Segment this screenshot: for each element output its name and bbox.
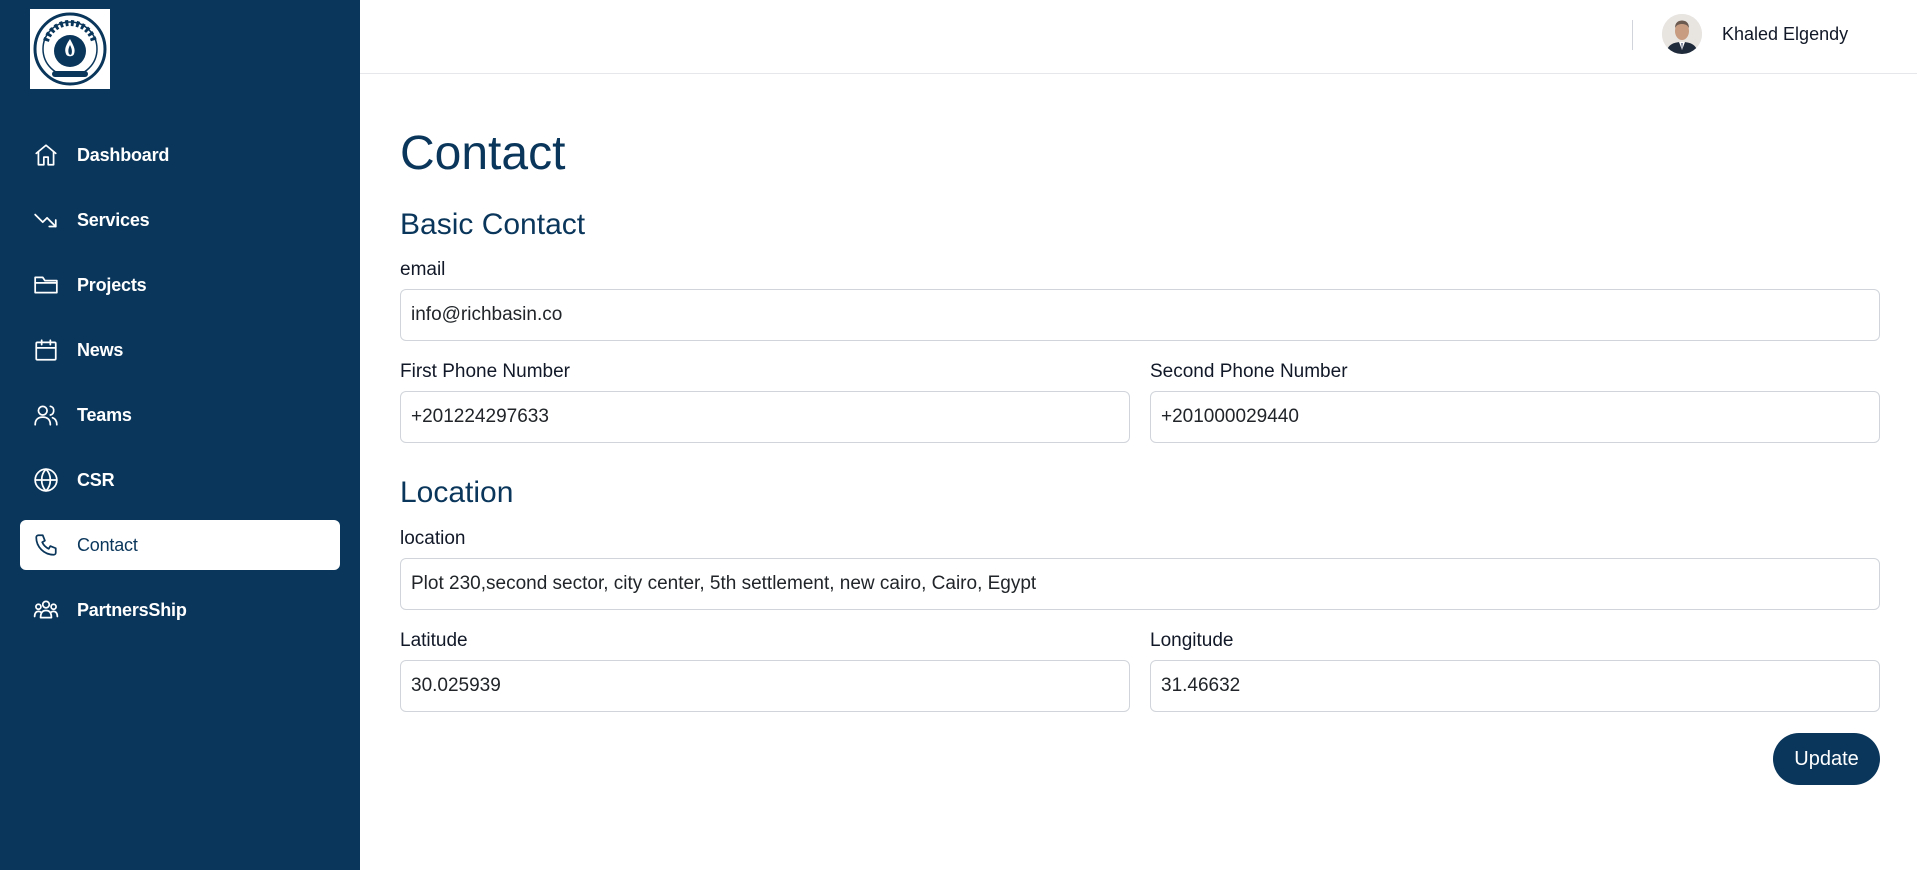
header-divider	[1632, 20, 1633, 50]
calendar-icon	[32, 336, 60, 364]
phone-icon	[32, 531, 60, 559]
sidebar-item-partnership[interactable]: PartnersShip	[20, 585, 340, 635]
rich-basin-logo[interactable]	[30, 9, 110, 89]
user-name[interactable]: Khaled Elgendy	[1722, 24, 1848, 45]
sidebar-item-label: Contact	[77, 534, 138, 555]
folder-icon	[32, 271, 60, 299]
longitude-label: Longitude	[1150, 630, 1234, 651]
globe-icon	[32, 466, 60, 494]
avatar[interactable]	[1662, 14, 1702, 54]
location-field[interactable]	[400, 558, 1880, 610]
sidebar-item-contact[interactable]: Contact	[20, 520, 340, 570]
update-button[interactable]: Update	[1773, 733, 1880, 785]
location-heading: Location	[400, 476, 514, 509]
sidebar-item-label: Teams	[77, 404, 132, 425]
longitude-field[interactable]	[1150, 660, 1880, 712]
first-phone-field[interactable]	[400, 391, 1130, 443]
logo-emblem-icon	[33, 12, 107, 86]
sidebar-item-label: Services	[77, 209, 150, 230]
sidebar-item-label: News	[77, 339, 124, 360]
sidebar-item-label: Dashboard	[77, 144, 170, 165]
latitude-field[interactable]	[400, 660, 1130, 712]
sidebar-item-csr[interactable]: CSR	[20, 455, 340, 505]
sidebar-item-label: CSR	[77, 469, 115, 490]
sidebar: Dashboard Services Projects News Teams C…	[0, 0, 360, 870]
sidebar-nav: Dashboard Services Projects News Teams C…	[20, 130, 340, 650]
second-phone-label: Second Phone Number	[1150, 361, 1348, 382]
sidebar-item-projects[interactable]: Projects	[20, 260, 340, 310]
sidebar-item-news[interactable]: News	[20, 325, 340, 375]
sidebar-item-teams[interactable]: Teams	[20, 390, 340, 440]
sidebar-item-services[interactable]: Services	[20, 195, 340, 245]
home-icon	[32, 141, 60, 169]
latitude-label: Latitude	[400, 630, 468, 651]
top-bar: Khaled Elgendy	[360, 0, 1917, 74]
sidebar-item-label: PartnersShip	[77, 599, 187, 620]
location-label: location	[400, 528, 466, 549]
first-phone-label: First Phone Number	[400, 361, 571, 382]
second-phone-field[interactable]	[1150, 391, 1880, 443]
email-label: email	[400, 259, 446, 280]
basic-contact-heading: Basic Contact	[400, 208, 586, 241]
sidebar-item-label: Projects	[77, 274, 147, 295]
page-title: Contact	[400, 127, 566, 180]
sidebar-item-dashboard[interactable]: Dashboard	[20, 130, 340, 180]
trending-down-icon	[32, 206, 60, 234]
group-icon	[32, 596, 60, 624]
user-avatar-icon	[1662, 14, 1702, 54]
email-field[interactable]	[400, 289, 1880, 341]
users-icon	[32, 401, 60, 429]
